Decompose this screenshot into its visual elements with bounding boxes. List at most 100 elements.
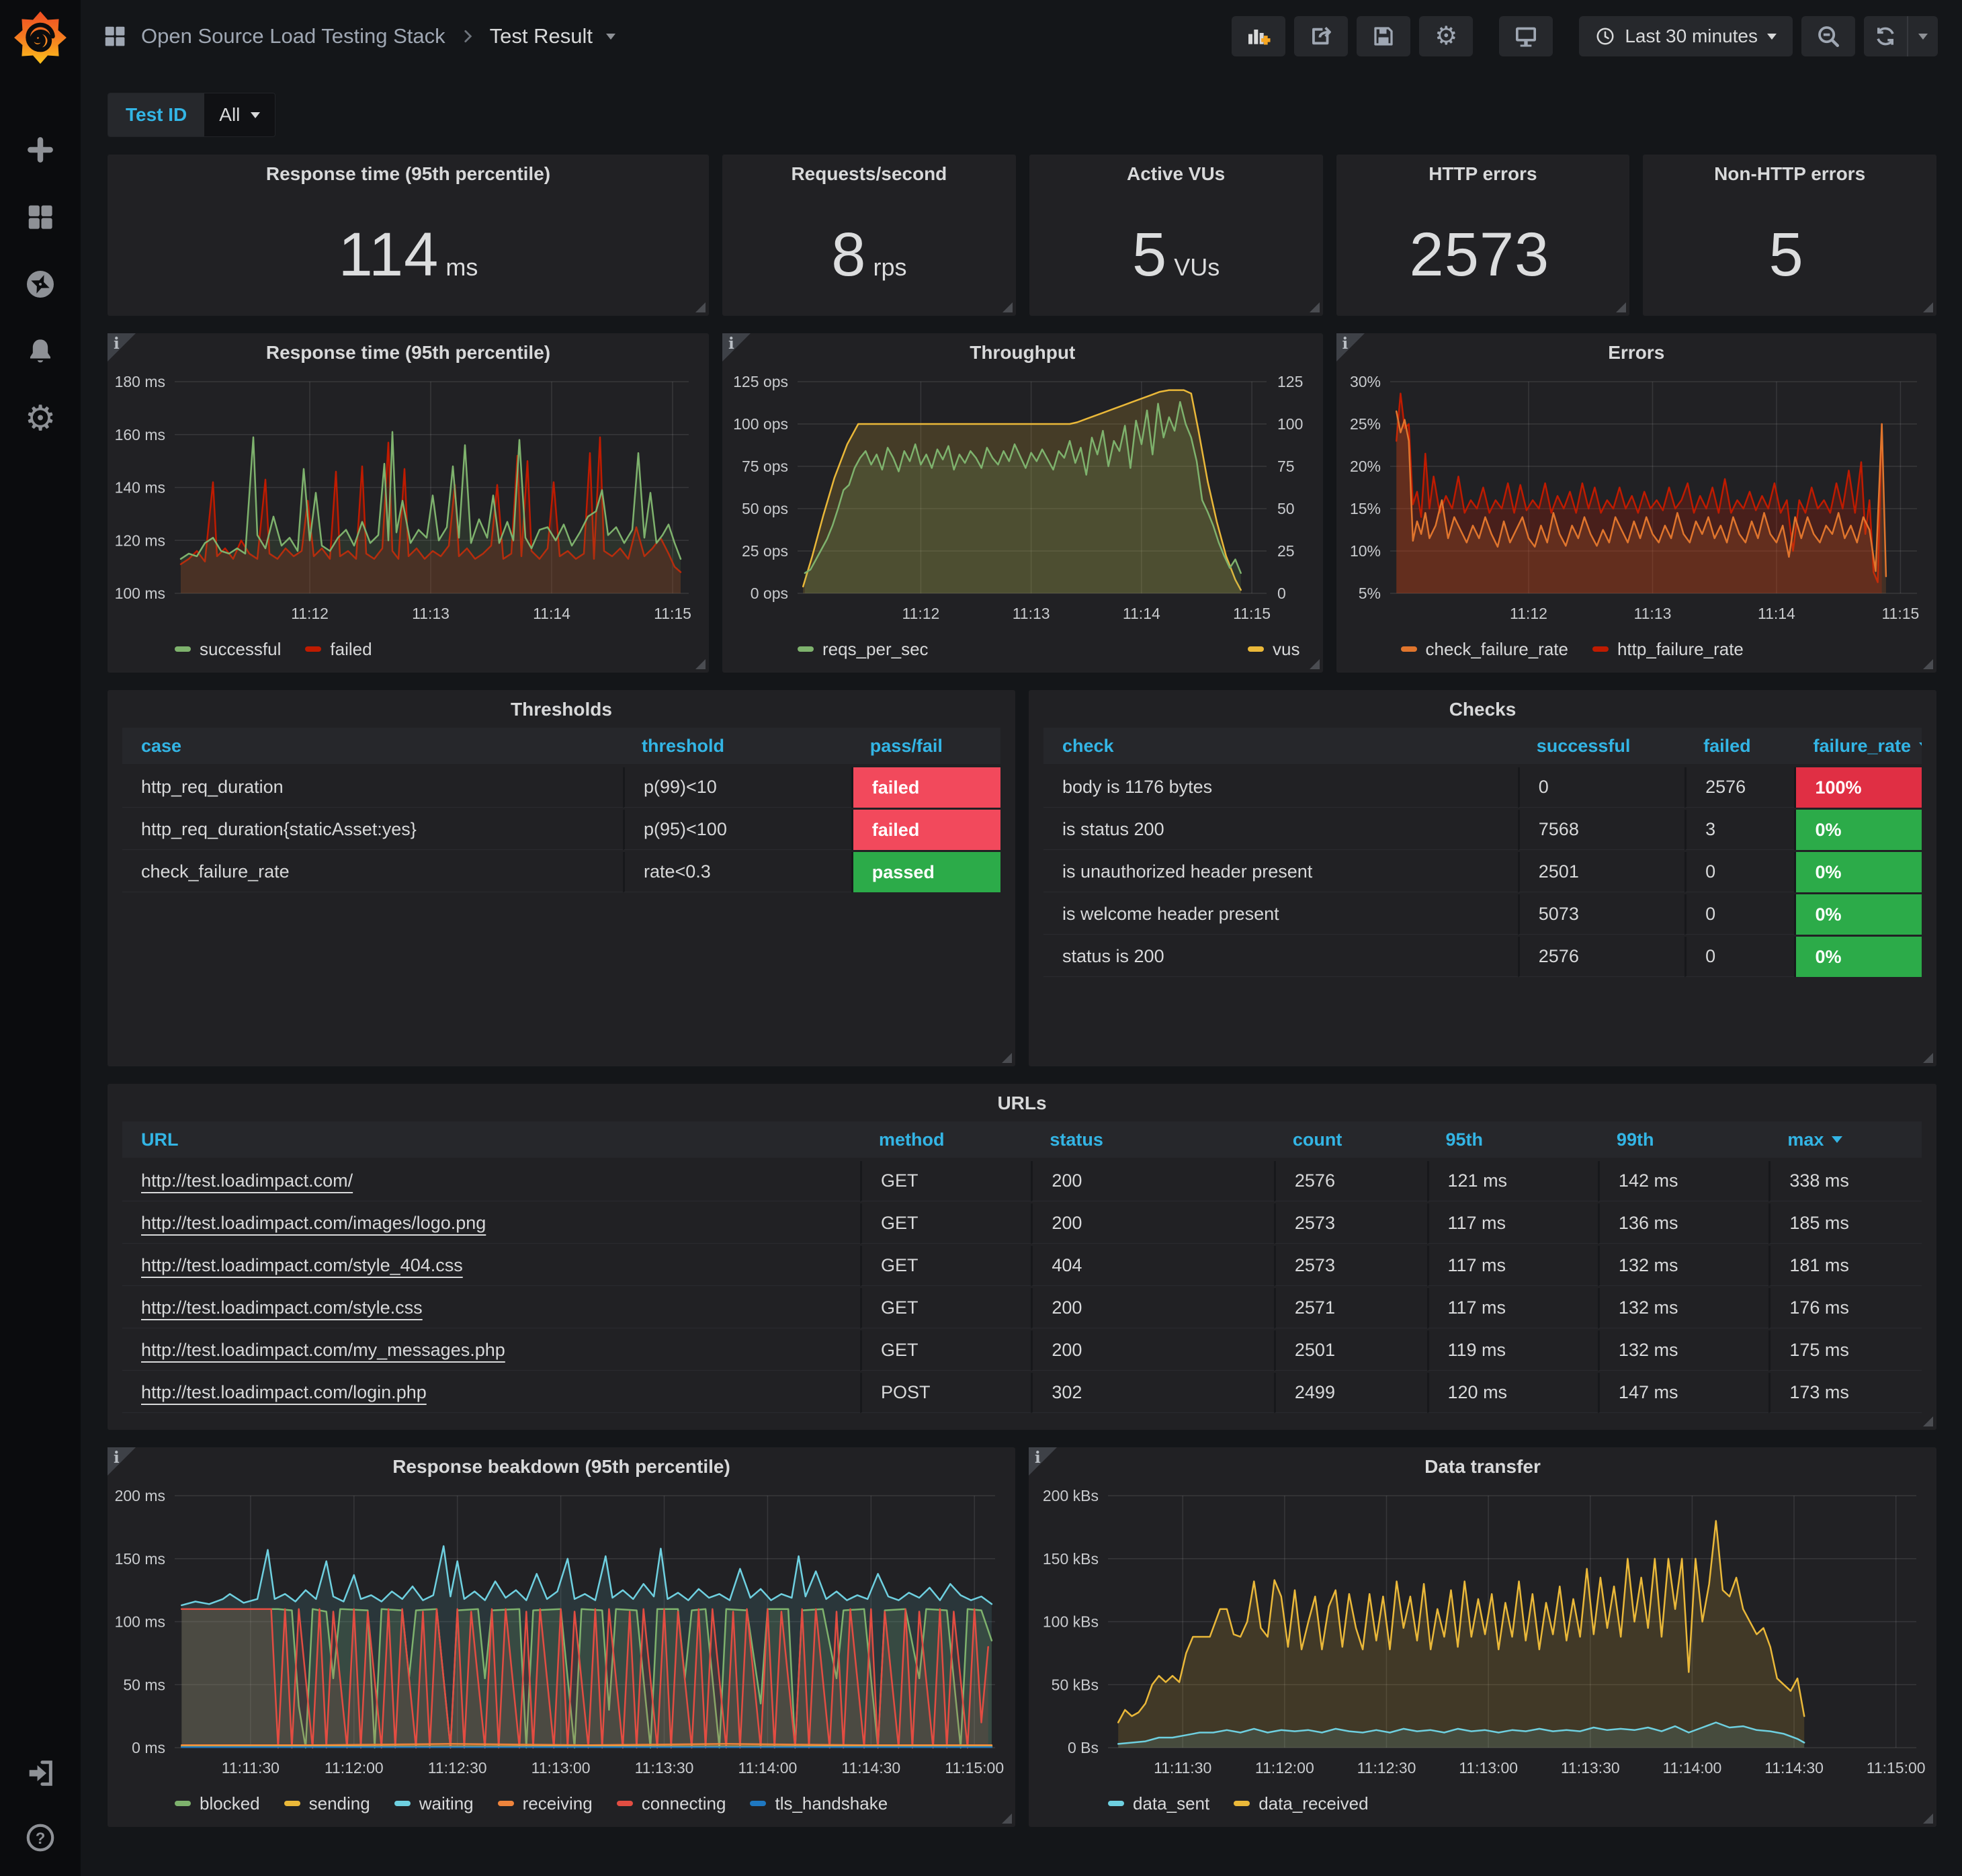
url-link[interactable]: http://test.loadimpact.com/	[141, 1170, 353, 1191]
response-breakdown-chart-canvas[interactable]: 0 ms50 ms100 ms150 ms200 ms11:11:3011:12…	[108, 1485, 1015, 1783]
table-column-header[interactable]: 95th	[1427, 1121, 1598, 1158]
resize-handle[interactable]	[1002, 1053, 1012, 1063]
legend-item[interactable]: sending	[284, 1793, 370, 1814]
legend-item[interactable]: successful	[175, 639, 281, 660]
resize-handle[interactable]	[695, 659, 706, 669]
help-icon[interactable]: ?	[22, 1820, 58, 1856]
info-corner-icon[interactable]: i	[722, 333, 751, 361]
url-link[interactable]: http://test.loadimpact.com/my_messages.p…	[141, 1340, 505, 1361]
svg-text:50 ms: 50 ms	[123, 1676, 165, 1693]
zoom-out-button[interactable]	[1801, 16, 1855, 56]
chart-svg[interactable]: 5%10%15%20%25%30%11:1211:1311:1411:15	[1336, 371, 1937, 628]
errors-chart-canvas[interactable]: 5%10%15%20%25%30%11:1211:1311:1411:15	[1336, 371, 1937, 628]
legend-item[interactable]: waiting	[394, 1793, 474, 1814]
table-column-header[interactable]: check	[1043, 728, 1518, 764]
resize-handle[interactable]	[1002, 1814, 1012, 1824]
legend-item[interactable]: failed	[305, 639, 372, 660]
legend-item[interactable]: receiving	[498, 1793, 593, 1814]
table-column-header[interactable]: failure_rate	[1794, 728, 1922, 764]
alerting-bell-icon[interactable]	[22, 333, 58, 370]
table-column-header[interactable]: pass/fail	[851, 728, 1000, 764]
table-column-header[interactable]: max	[1768, 1121, 1922, 1158]
refresh-icon[interactable]	[1864, 16, 1907, 56]
url-link[interactable]: http://test.loadimpact.com/style_404.css	[141, 1255, 463, 1276]
info-corner-icon[interactable]: i	[108, 1447, 136, 1476]
table-column-header[interactable]: case	[122, 728, 623, 764]
stat-title[interactable]: Response time (95th percentile)	[108, 155, 709, 194]
settings-gear-button[interactable]: ⚙	[1419, 16, 1473, 56]
refresh-interval-dropdown[interactable]	[1907, 16, 1938, 56]
chart-svg[interactable]: 100 ms120 ms140 ms160 ms180 ms11:1211:13…	[108, 371, 709, 628]
legend-label: vus	[1273, 639, 1299, 660]
info-corner-icon[interactable]: i	[1336, 333, 1365, 361]
chart-svg[interactable]: 0 ops25 ops50 ops75 ops100 ops125 ops025…	[722, 371, 1323, 628]
legend-item[interactable]: vus	[1248, 639, 1299, 660]
url-link[interactable]: http://test.loadimpact.com/images/logo.p…	[141, 1213, 486, 1234]
cycle-view-button[interactable]	[1499, 16, 1553, 56]
resize-handle[interactable]	[1923, 1053, 1933, 1063]
resize-handle[interactable]	[695, 302, 706, 312]
panel-title[interactable]: URLs	[108, 1084, 1936, 1123]
legend-item[interactable]: data_received	[1234, 1793, 1368, 1814]
stat-title[interactable]: Non-HTTP errors	[1643, 155, 1936, 194]
resize-handle[interactable]	[1616, 302, 1626, 312]
legend-item[interactable]: check_failure_rate	[1401, 639, 1568, 660]
resize-handle[interactable]	[1003, 302, 1013, 312]
table-column-header[interactable]: count	[1274, 1121, 1427, 1158]
legend-item[interactable]: connecting	[617, 1793, 726, 1814]
panel-title[interactable]: Data transfer	[1029, 1447, 1936, 1486]
url-link[interactable]: http://test.loadimpact.com/login.php	[141, 1382, 427, 1403]
panel-title[interactable]: Response beakdown (95th percentile)	[108, 1447, 1015, 1486]
table-column-header[interactable]: successful	[1518, 728, 1684, 764]
table-column-header[interactable]: 99th	[1598, 1121, 1768, 1158]
add-panel-button[interactable]	[1232, 16, 1285, 56]
variable-value-dropdown[interactable]: All	[204, 93, 275, 136]
table-column-header[interactable]: threshold	[623, 728, 851, 764]
info-corner-icon[interactable]: i	[108, 333, 136, 361]
configuration-gear-icon[interactable]: ⚙	[22, 400, 58, 437]
resize-handle[interactable]	[1923, 302, 1933, 312]
resize-handle[interactable]	[1923, 1416, 1933, 1426]
panel-title[interactable]: Errors	[1336, 333, 1937, 372]
time-range-picker[interactable]: Last 30 minutes	[1579, 16, 1793, 56]
table-column-header[interactable]: URL	[122, 1121, 860, 1158]
data-transfer-chart-canvas[interactable]: 0 Bs50 kBs100 kBs150 kBs200 kBs11:11:301…	[1029, 1485, 1936, 1783]
save-button[interactable]	[1357, 16, 1410, 56]
panel-title[interactable]: Response time (95th percentile)	[108, 333, 709, 372]
chart-svg[interactable]: 0 Bs50 kBs100 kBs150 kBs200 kBs11:11:301…	[1029, 1485, 1936, 1783]
legend-item[interactable]: tls_handshake	[750, 1793, 888, 1814]
legend-item[interactable]: data_sent	[1108, 1793, 1209, 1814]
throughput-chart-canvas[interactable]: 0 ops25 ops50 ops75 ops100 ops125 ops025…	[722, 371, 1323, 628]
breadcrumb-page-title[interactable]: Test Result	[490, 24, 593, 48]
panel-title[interactable]: Thresholds	[108, 690, 1015, 729]
breadcrumb-folder[interactable]: Open Source Load Testing Stack	[141, 24, 445, 48]
response-time-chart-canvas[interactable]: 100 ms120 ms140 ms160 ms180 ms11:1211:13…	[108, 371, 709, 628]
dashboards-icon[interactable]	[22, 199, 58, 235]
add-icon[interactable]	[22, 132, 58, 168]
table-cell: 0%	[1794, 937, 1922, 977]
panel-title[interactable]: Checks	[1029, 690, 1936, 729]
resize-handle[interactable]	[1310, 302, 1320, 312]
url-link[interactable]: http://test.loadimpact.com/style.css	[141, 1297, 423, 1318]
grafana-logo[interactable]	[11, 8, 70, 67]
resize-handle[interactable]	[1310, 659, 1320, 669]
explore-compass-icon[interactable]	[22, 266, 58, 302]
table-column-header[interactable]: status	[1031, 1121, 1274, 1158]
legend-item[interactable]: reqs_per_sec	[798, 639, 929, 660]
table-column-header[interactable]: failed	[1684, 728, 1794, 764]
resize-handle[interactable]	[1923, 659, 1933, 669]
info-corner-icon[interactable]: i	[1029, 1447, 1057, 1476]
stat-title[interactable]: Active VUs	[1029, 155, 1323, 194]
resize-handle[interactable]	[1923, 1814, 1933, 1824]
svg-text:25 ops: 25 ops	[742, 542, 788, 560]
stat-title[interactable]: HTTP errors	[1336, 155, 1630, 194]
stat-title[interactable]: Requests/second	[722, 155, 1016, 194]
share-button[interactable]	[1294, 16, 1348, 56]
table-column-header[interactable]: method	[860, 1121, 1031, 1158]
chart-svg[interactable]: 0 ms50 ms100 ms150 ms200 ms11:11:3011:12…	[108, 1485, 1015, 1783]
legend-item[interactable]: http_failure_rate	[1592, 639, 1744, 660]
dashboard-caret-icon[interactable]	[606, 34, 615, 40]
sign-in-icon[interactable]	[22, 1755, 58, 1791]
panel-title[interactable]: Throughput	[722, 333, 1323, 372]
legend-item[interactable]: blocked	[175, 1793, 260, 1814]
